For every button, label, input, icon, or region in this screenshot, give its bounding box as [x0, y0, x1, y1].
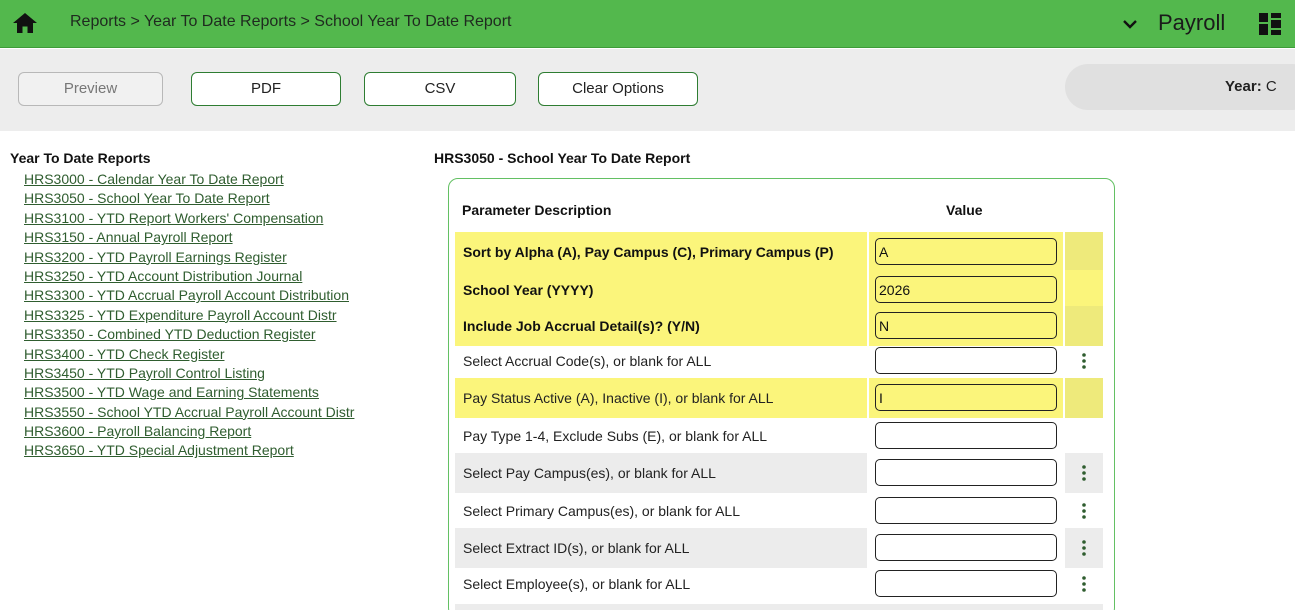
param-row-pay-status: Pay Status Active (A), Inactive (I), or …: [455, 378, 1103, 418]
nav-link[interactable]: HRS3450 - YTD Payroll Control Listing: [24, 365, 265, 381]
panel-footer-strip: [455, 604, 1103, 610]
csv-button[interactable]: CSV: [364, 72, 516, 106]
param-row-pay-type: Pay Type 1-4, Exclude Subs (E), or blank…: [455, 416, 1103, 456]
nav-title: Year To Date Reports: [10, 150, 151, 166]
nav-link[interactable]: HRS3050 - School Year To Date Report: [24, 190, 270, 206]
nav-link[interactable]: HRS3550 - School YTD Accrual Payroll Acc…: [24, 404, 354, 420]
param-value-input[interactable]: [875, 534, 1057, 561]
report-nav-list: HRS3000 - Calendar Year To Date Report H…: [24, 170, 354, 461]
more-options-icon[interactable]: [1081, 576, 1087, 592]
nav-link[interactable]: HRS3250 - YTD Account Distribution Journ…: [24, 268, 302, 284]
year-value: C: [1265, 78, 1277, 95]
param-row-employee: Select Employee(s), or blank for ALL: [455, 564, 1103, 604]
param-value-input[interactable]: [875, 312, 1057, 339]
param-description: Select Extract ID(s), or blank for ALL: [463, 540, 690, 556]
param-value-input[interactable]: [875, 276, 1057, 303]
clear-options-button[interactable]: Clear Options: [538, 72, 698, 106]
nav-link[interactable]: HRS3325 - YTD Expenditure Payroll Accoun…: [24, 307, 337, 323]
param-description: Select Employee(s), or blank for ALL: [463, 576, 691, 592]
more-options-icon[interactable]: [1081, 503, 1087, 519]
param-value-input[interactable]: [875, 238, 1057, 265]
nav-link[interactable]: HRS3150 - Annual Payroll Report: [24, 229, 233, 245]
param-description: Pay Status Active (A), Inactive (I), or …: [463, 390, 774, 406]
app-grid-icon[interactable]: [1258, 12, 1282, 36]
nav-link[interactable]: HRS3100 - YTD Report Workers' Compensati…: [24, 210, 323, 226]
nav-link[interactable]: HRS3600 - Payroll Balancing Report: [24, 423, 251, 439]
param-value-input[interactable]: [875, 347, 1057, 374]
param-row-primary-campus: Select Primary Campus(es), or blank for …: [455, 491, 1103, 531]
param-row-sort: Sort by Alpha (A), Pay Campus (C), Prima…: [455, 232, 1103, 272]
breadcrumb: Reports > Year To Date Reports > School …: [70, 13, 512, 30]
more-options-icon[interactable]: [1081, 353, 1087, 369]
param-description: Include Job Accrual Detail(s)? (Y/N): [463, 318, 700, 334]
nav-link[interactable]: HRS3200 - YTD Payroll Earnings Register: [24, 249, 287, 265]
param-value-input[interactable]: [875, 422, 1057, 449]
preview-button[interactable]: Preview: [18, 72, 163, 106]
param-value-input[interactable]: [875, 384, 1057, 411]
chevron-down-icon[interactable]: [1120, 14, 1140, 34]
param-description: Sort by Alpha (A), Pay Campus (C), Prima…: [463, 244, 834, 260]
column-header-description: Parameter Description: [462, 202, 612, 218]
report-title: HRS3050 - School Year To Date Report: [434, 150, 691, 166]
year-label: Year: C: [1225, 78, 1277, 95]
home-icon[interactable]: [12, 12, 38, 34]
more-options-icon[interactable]: [1081, 465, 1087, 481]
param-value-input[interactable]: [875, 459, 1057, 486]
column-header-value: Value: [946, 202, 983, 218]
param-row-school-year: School Year (YYYY): [455, 270, 1103, 310]
param-description: Select Accrual Code(s), or blank for ALL: [463, 353, 712, 369]
nav-link[interactable]: HRS3500 - YTD Wage and Earning Statement…: [24, 384, 319, 400]
top-bar: Reports > Year To Date Reports > School …: [0, 0, 1295, 48]
nav-link[interactable]: HRS3400 - YTD Check Register: [24, 346, 224, 362]
param-description: Pay Type 1-4, Exclude Subs (E), or blank…: [463, 428, 768, 444]
param-value-input[interactable]: [875, 570, 1057, 597]
nav-link[interactable]: HRS3650 - YTD Special Adjustment Report: [24, 442, 294, 458]
param-row-accrual-code: Select Accrual Code(s), or blank for ALL: [455, 341, 1103, 381]
nav-link[interactable]: HRS3000 - Calendar Year To Date Report: [24, 171, 284, 187]
param-description: Select Pay Campus(es), or blank for ALL: [463, 465, 716, 481]
pdf-button[interactable]: PDF: [191, 72, 341, 106]
param-row-pay-campus: Select Pay Campus(es), or blank for ALL: [455, 453, 1103, 493]
nav-link[interactable]: HRS3350 - Combined YTD Deduction Registe…: [24, 326, 316, 342]
more-options-icon[interactable]: [1081, 540, 1087, 556]
param-row-job-accrual: Include Job Accrual Detail(s)? (Y/N): [455, 306, 1103, 346]
param-value-input[interactable]: [875, 497, 1057, 524]
param-row-extract-id: Select Extract ID(s), or blank for ALL: [455, 528, 1103, 568]
param-description: Select Primary Campus(es), or blank for …: [463, 503, 740, 519]
nav-link[interactable]: HRS3300 - YTD Accrual Payroll Account Di…: [24, 287, 349, 303]
param-description: School Year (YYYY): [463, 282, 594, 298]
app-title: Payroll: [1158, 10, 1226, 35]
